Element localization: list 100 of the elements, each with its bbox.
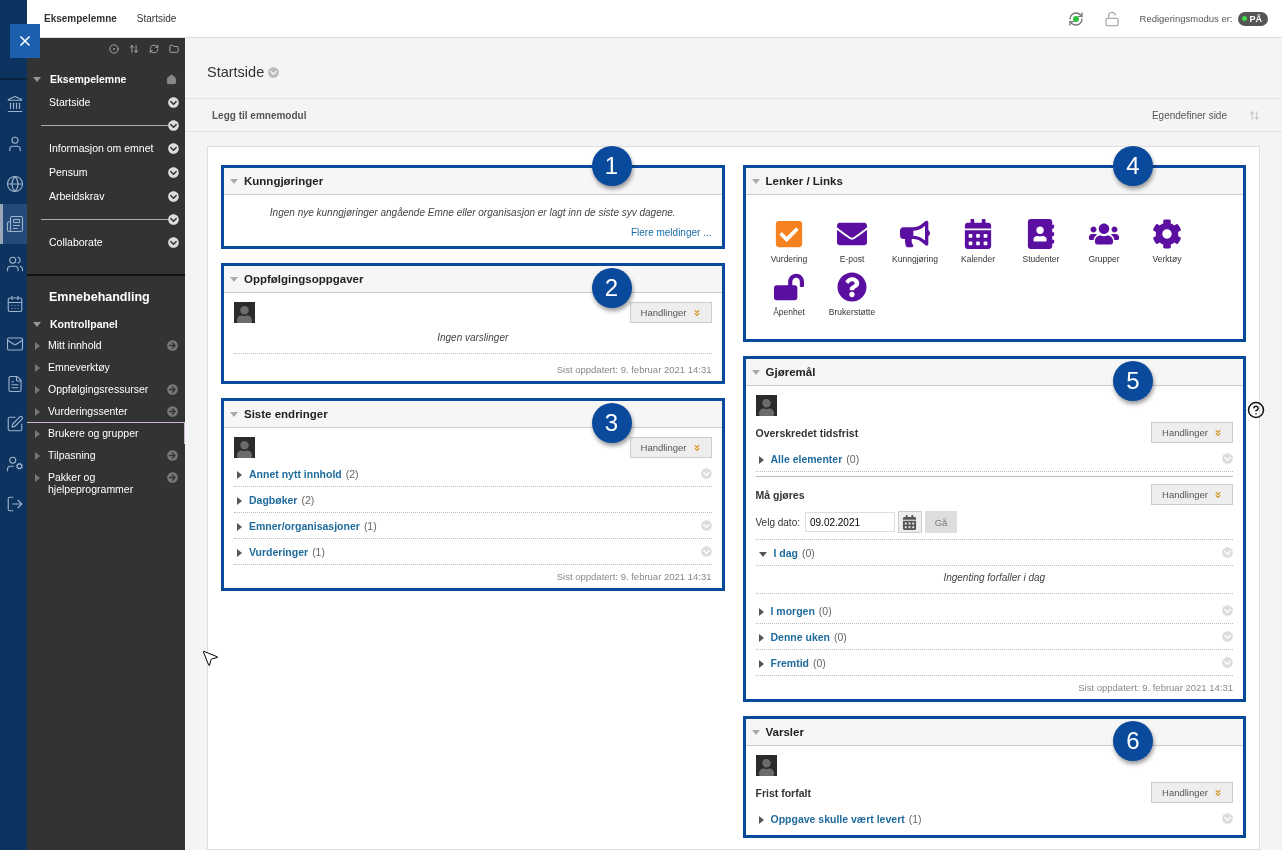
page-title: Startside <box>207 64 265 80</box>
panel-item[interactable]: Vurderingssenter <box>27 400 185 422</box>
entry-link[interactable]: Dagbøker <box>249 493 298 506</box>
entry-link[interactable]: I morgen <box>770 604 815 617</box>
link-tile[interactable]: Kalender <box>946 219 1010 264</box>
caret-icon[interactable] <box>758 634 764 642</box>
actions-button[interactable]: Handlinger <box>629 437 712 458</box>
close-icon[interactable] <box>10 24 40 58</box>
number-badge: 5 <box>1113 361 1153 401</box>
section-heading: Må gjøres <box>755 488 805 501</box>
caret-icon[interactable] <box>758 660 764 668</box>
menu-icon[interactable] <box>168 96 179 108</box>
entry-link[interactable]: I dag <box>773 546 798 559</box>
record-icon[interactable] <box>109 44 119 54</box>
entry-link[interactable]: Annet nytt innhold <box>249 467 342 480</box>
link-tile[interactable]: Verktøy <box>1135 219 1199 264</box>
caret-icon[interactable] <box>758 456 764 464</box>
actions-button[interactable]: Handlinger <box>1151 422 1233 443</box>
caret-icon[interactable] <box>237 523 242 531</box>
menu-item[interactable]: Pensum <box>49 166 88 178</box>
entry-link[interactable]: Denne uken <box>770 630 830 643</box>
menu-icon[interactable] <box>168 236 179 248</box>
menu-icon[interactable] <box>168 142 179 154</box>
course-title[interactable]: Eksempelemne <box>50 73 166 85</box>
refresh-icon[interactable] <box>149 44 159 54</box>
entry-count: (0) <box>846 452 860 465</box>
help-icon[interactable] <box>1247 401 1265 419</box>
calendar-button[interactable] <box>898 511 922 533</box>
add-module-button[interactable]: Legg til emnemodul <box>212 109 307 121</box>
arrow-icon[interactable] <box>167 472 178 483</box>
menu-item[interactable]: Informasjon om emnet <box>49 142 154 154</box>
caret-icon[interactable] <box>758 608 764 616</box>
caret-icon[interactable] <box>758 816 764 824</box>
panel-item[interactable]: Pakker og hjelpeprogrammer <box>27 466 185 495</box>
link-tile[interactable]: E-post <box>820 219 884 264</box>
number-badge: 6 <box>1113 721 1153 761</box>
link-tile[interactable]: Vurdering <box>757 219 821 264</box>
link-tile[interactable]: Studenter <box>1009 219 1073 264</box>
unlocked-padlock-icon[interactable] <box>1103 10 1120 27</box>
caret-icon[interactable] <box>237 549 242 557</box>
panel-item[interactable]: Brukere og grupper <box>27 422 185 444</box>
last-updated-text: Sist oppdatert: 9. februar 2021 14:31 <box>555 363 712 377</box>
chevron-icon <box>1214 490 1222 499</box>
entry-count: (0) <box>818 604 832 617</box>
customize-page-button[interactable]: Egendefiner side <box>1151 109 1227 121</box>
edit-mode-label: Redigeringsmodus er: <box>1139 13 1233 24</box>
entry-link[interactable]: Vurderinger <box>249 545 309 558</box>
link-tile[interactable]: Kunngjøring <box>883 219 947 264</box>
section-heading: Frist forfalt <box>755 786 811 799</box>
menu-icon[interactable] <box>168 119 179 131</box>
panel-title[interactable]: Kontrollpanel <box>50 318 177 330</box>
empty-message: Ingen nye kunngjøringer angående Emne eller organisasjon er lagt inn de siste syv dagene. <box>268 206 677 220</box>
actions-button[interactable]: Handlinger <box>1151 782 1233 803</box>
arrow-icon[interactable] <box>167 340 178 351</box>
last-updated-text: Sist oppdatert: 9. februar 2021 14:31 <box>555 570 712 584</box>
menu-icon[interactable] <box>168 166 179 178</box>
panel-item[interactable]: Tilpasning <box>27 444 185 466</box>
chevron-icon <box>692 308 701 317</box>
module-title: Siste endringer <box>244 408 328 420</box>
arrow-icon[interactable] <box>167 406 178 417</box>
entry-link[interactable]: Oppgave skulle vært levert <box>770 812 905 825</box>
folder-icon[interactable] <box>169 44 179 54</box>
actions-button[interactable]: Handlinger <box>629 302 712 323</box>
entry-count: (0) <box>802 546 815 559</box>
caret-icon[interactable] <box>758 551 767 557</box>
menu-item[interactable]: Arbeidskrav <box>49 190 105 202</box>
menu-item[interactable]: Collaborate <box>49 236 103 248</box>
chevron-icon <box>692 443 701 452</box>
panel-item[interactable]: Mitt innhold <box>27 334 185 356</box>
entry-link[interactable]: Fremtid <box>770 656 809 669</box>
edit-mode-toggle[interactable]: PÅ <box>1238 11 1268 26</box>
panel-item[interactable]: Emneverktøy <box>27 356 185 378</box>
panel-item[interactable]: Oppfølgingsressurser <box>27 378 185 400</box>
caret-icon[interactable] <box>237 471 242 479</box>
preview-icon[interactable] <box>1067 10 1084 27</box>
number-badge: 4 <box>1113 146 1153 186</box>
caret-icon[interactable] <box>237 497 242 505</box>
breadcrumb-link[interactable]: Eksempelemne <box>44 13 117 24</box>
link-tile[interactable]: Brukerstøtte <box>820 272 884 317</box>
actions-button[interactable]: Handlinger <box>1151 484 1233 505</box>
go-button[interactable]: Gå <box>925 511 957 533</box>
home-icon[interactable] <box>166 73 177 85</box>
caret-icon[interactable] <box>33 321 41 327</box>
course-icon[interactable] <box>0 204 27 244</box>
entry-count: (0) <box>834 630 847 643</box>
entry-link[interactable]: Emner/organisasjoner <box>249 519 360 532</box>
menu-icon[interactable] <box>168 213 179 225</box>
caret-icon[interactable] <box>33 76 41 82</box>
link-tile[interactable]: Åpenhet <box>757 272 821 317</box>
more-messages-link[interactable]: Flere meldinger ... <box>630 227 712 238</box>
menu-icon[interactable] <box>168 190 179 202</box>
link-tile[interactable]: Grupper <box>1072 219 1136 264</box>
date-field[interactable]: 09.02.2021 <box>805 512 895 532</box>
empty-message: Ingen varslinger <box>436 331 510 345</box>
arrow-icon[interactable] <box>167 450 178 461</box>
sort-icon[interactable] <box>129 44 139 54</box>
menu-item[interactable]: Startside <box>49 96 91 108</box>
arrow-icon[interactable] <box>167 384 178 395</box>
breadcrumb-link[interactable]: Startside <box>136 13 177 24</box>
entry-link[interactable]: Alle elementer <box>770 452 843 465</box>
